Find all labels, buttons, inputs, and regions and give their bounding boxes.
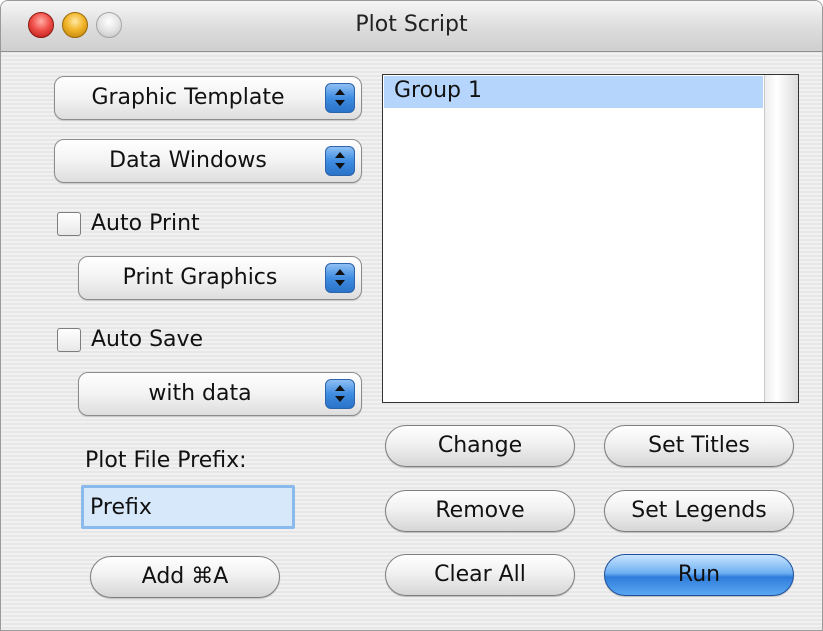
group-list[interactable]: Group 1 xyxy=(382,74,799,403)
clear-all-button[interactable]: Clear All xyxy=(385,554,575,596)
auto-print-label[interactable]: Auto Print xyxy=(91,211,200,236)
data-windows-popup[interactable]: Data Windows xyxy=(54,139,362,183)
set-titles-button[interactable]: Set Titles xyxy=(604,425,794,467)
list-scrollbar[interactable] xyxy=(764,75,798,402)
print-graphics-popup[interactable]: Print Graphics xyxy=(78,256,362,300)
add-button[interactable]: Add ⌘A xyxy=(90,556,280,598)
save-option-popup-label: with data xyxy=(148,381,252,406)
graphic-template-popup-label: Graphic Template xyxy=(91,85,285,110)
popup-arrows-icon xyxy=(325,263,355,293)
popup-arrows-icon xyxy=(325,146,355,176)
graphic-template-popup[interactable]: Graphic Template xyxy=(54,76,362,120)
remove-button[interactable]: Remove xyxy=(385,490,575,532)
auto-print-checkbox[interactable] xyxy=(57,212,81,236)
run-button[interactable]: Run xyxy=(604,554,794,596)
auto-save-label[interactable]: Auto Save xyxy=(91,327,203,352)
save-option-popup[interactable]: with data xyxy=(78,372,362,416)
list-item-label: Group 1 xyxy=(394,78,482,103)
window-title: Plot Script xyxy=(355,12,468,37)
auto-save-checkbox[interactable] xyxy=(57,328,81,352)
plot-file-prefix-field[interactable] xyxy=(81,485,295,529)
plot-script-window: Plot Script Graphic Template Data Window… xyxy=(0,0,823,631)
change-button[interactable]: Change xyxy=(385,425,575,467)
title-bar[interactable]: Plot Script xyxy=(1,1,822,52)
plot-file-prefix-input[interactable] xyxy=(84,488,292,526)
data-windows-popup-label: Data Windows xyxy=(109,148,267,173)
set-legends-button[interactable]: Set Legends xyxy=(604,490,794,532)
list-item-selected[interactable]: Group 1 xyxy=(384,76,763,108)
popup-arrows-icon xyxy=(325,379,355,409)
print-graphics-popup-label: Print Graphics xyxy=(122,265,278,290)
popup-arrows-icon xyxy=(325,83,355,113)
plot-file-prefix-label: Plot File Prefix: xyxy=(85,448,247,473)
